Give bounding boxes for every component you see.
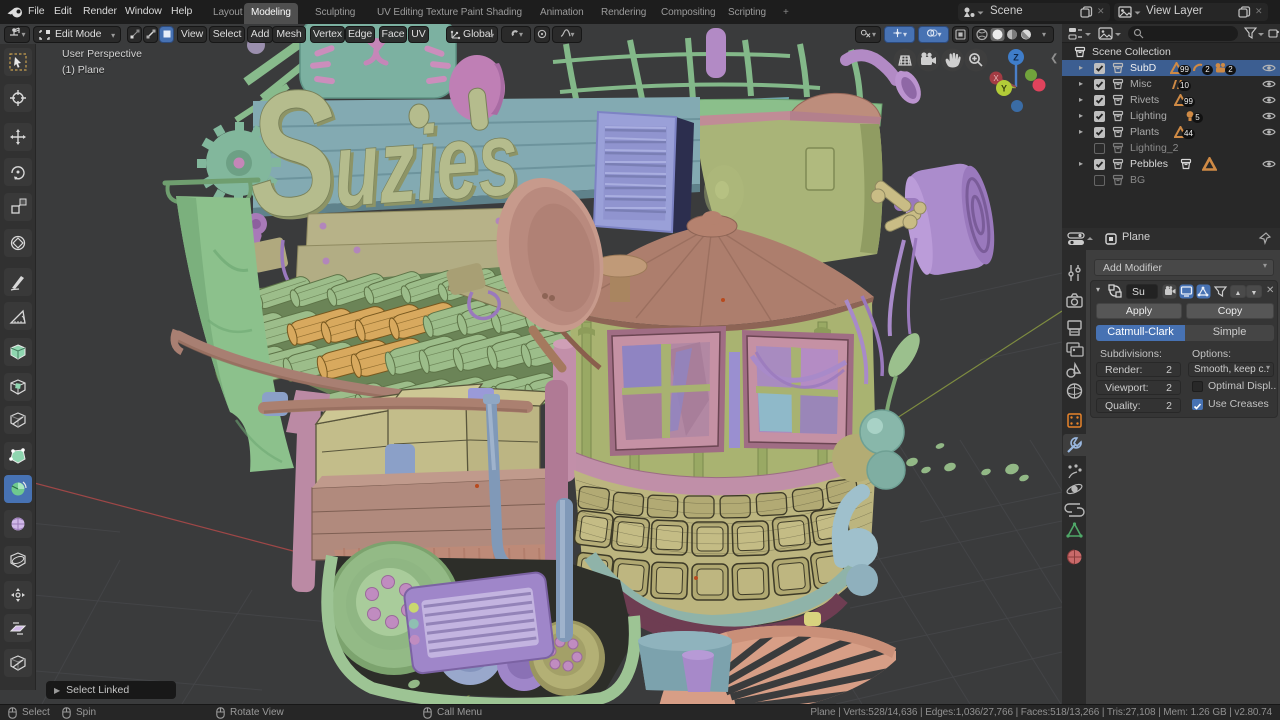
svg-text:Z: Z: [1013, 53, 1019, 63]
svg-text:Y: Y: [1001, 84, 1007, 94]
svg-text:X: X: [993, 74, 999, 83]
svg-text:❮: ❮: [1050, 53, 1058, 64]
